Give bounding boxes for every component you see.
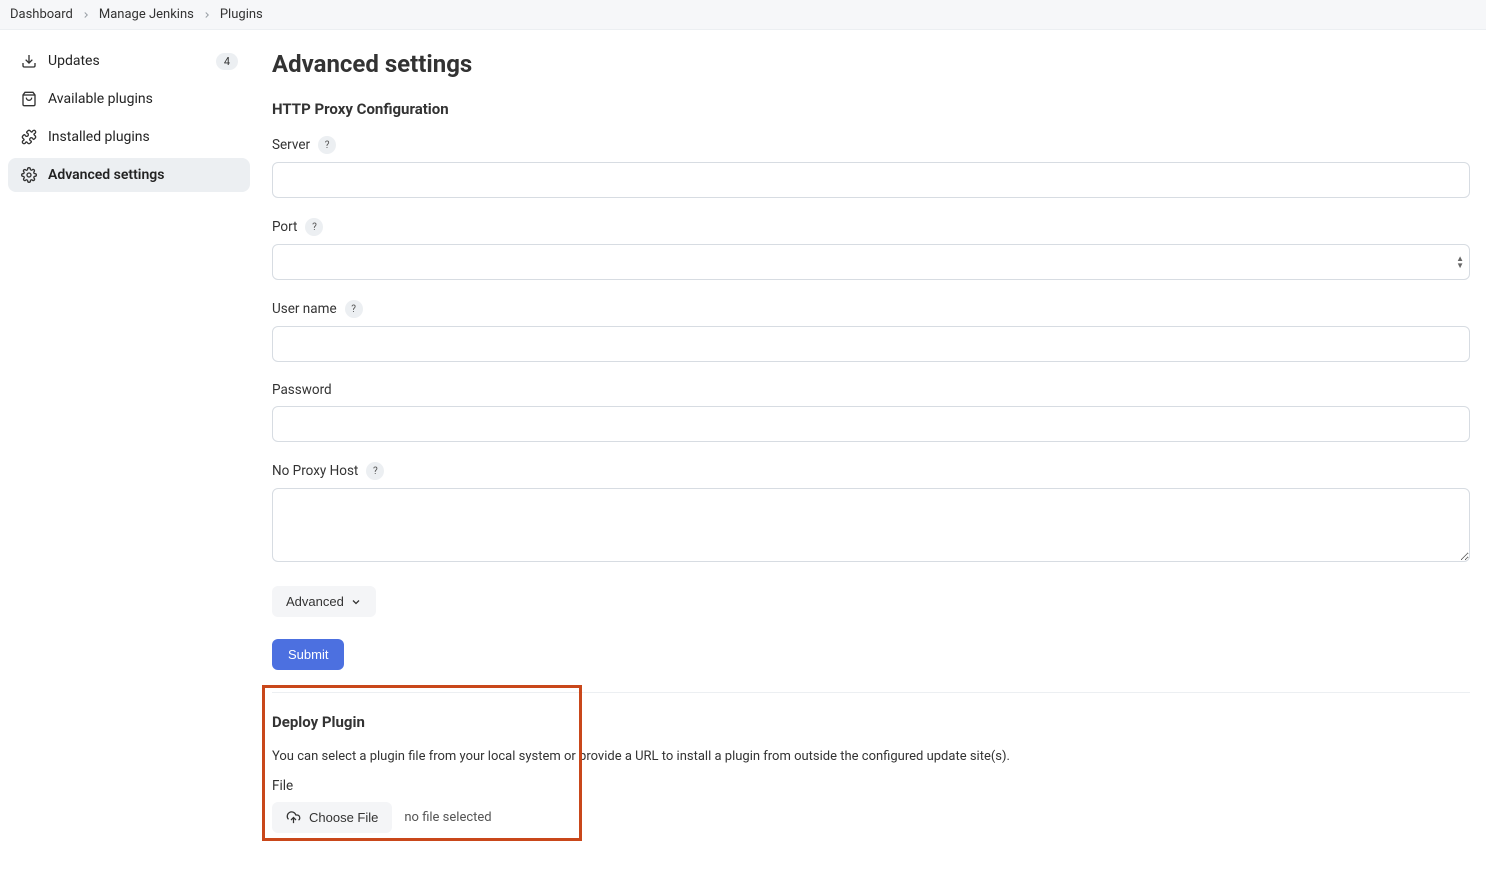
sidebar-item-available-plugins[interactable]: Available plugins: [8, 82, 250, 116]
password-label: Password: [272, 382, 332, 398]
server-label: Server: [272, 137, 310, 153]
port-input[interactable]: [272, 244, 1470, 280]
breadcrumb-dashboard[interactable]: Dashboard: [10, 7, 73, 22]
file-status: no file selected: [404, 810, 491, 825]
noproxy-label: No Proxy Host: [272, 463, 358, 479]
sidebar-item-advanced-settings[interactable]: Advanced settings: [8, 158, 250, 192]
password-input[interactable]: [272, 406, 1470, 442]
sidebar-item-label: Available plugins: [48, 91, 238, 107]
number-stepper[interactable]: ▲ ▼: [1456, 255, 1464, 269]
sidebar-item-updates[interactable]: Updates 4: [8, 44, 250, 78]
chevron-down-icon: ▼: [1456, 262, 1464, 269]
http-proxy-heading: HTTP Proxy Configuration: [272, 100, 1470, 118]
download-icon: [20, 52, 38, 70]
cloud-upload-icon: [286, 810, 301, 825]
chevron-right-icon: [81, 10, 91, 20]
gear-icon: [20, 166, 38, 184]
chevron-down-icon: [350, 596, 362, 608]
help-icon[interactable]: ?: [345, 300, 363, 318]
chevron-right-icon: [202, 10, 212, 20]
help-icon[interactable]: ?: [305, 218, 323, 236]
sidebar-item-installed-plugins[interactable]: Installed plugins: [8, 120, 250, 154]
deploy-description: You can select a plugin file from your l…: [272, 749, 1470, 764]
submit-button[interactable]: Submit: [272, 639, 344, 670]
help-icon[interactable]: ?: [318, 136, 336, 154]
deploy-plugin-heading: Deploy Plugin: [272, 713, 1470, 731]
puzzle-icon: [20, 128, 38, 146]
sidebar-item-label: Installed plugins: [48, 129, 238, 145]
page-title: Advanced settings: [272, 50, 1470, 78]
updates-badge: 4: [216, 53, 238, 70]
help-icon[interactable]: ?: [366, 462, 384, 480]
username-input[interactable]: [272, 326, 1470, 362]
advanced-button[interactable]: Advanced: [272, 586, 376, 617]
sidebar-item-label: Updates: [48, 53, 206, 69]
breadcrumb-plugins[interactable]: Plugins: [220, 7, 263, 22]
username-label: User name: [272, 301, 337, 317]
advanced-button-label: Advanced: [286, 594, 344, 609]
server-input[interactable]: [272, 162, 1470, 198]
choose-file-button[interactable]: Choose File: [272, 802, 392, 833]
shopping-bag-icon: [20, 90, 38, 108]
port-label: Port: [272, 219, 297, 235]
sidebar-item-label: Advanced settings: [48, 167, 238, 183]
breadcrumb: Dashboard Manage Jenkins Plugins: [0, 0, 1486, 30]
noproxy-textarea[interactable]: [272, 488, 1470, 562]
choose-file-label: Choose File: [309, 810, 378, 825]
sidebar: Updates 4 Available plugins Installed pl…: [0, 30, 258, 873]
file-label: File: [272, 778, 293, 794]
breadcrumb-manage-jenkins[interactable]: Manage Jenkins: [99, 7, 194, 22]
divider: [272, 692, 1470, 693]
main-content: Advanced settings HTTP Proxy Configurati…: [258, 30, 1486, 873]
